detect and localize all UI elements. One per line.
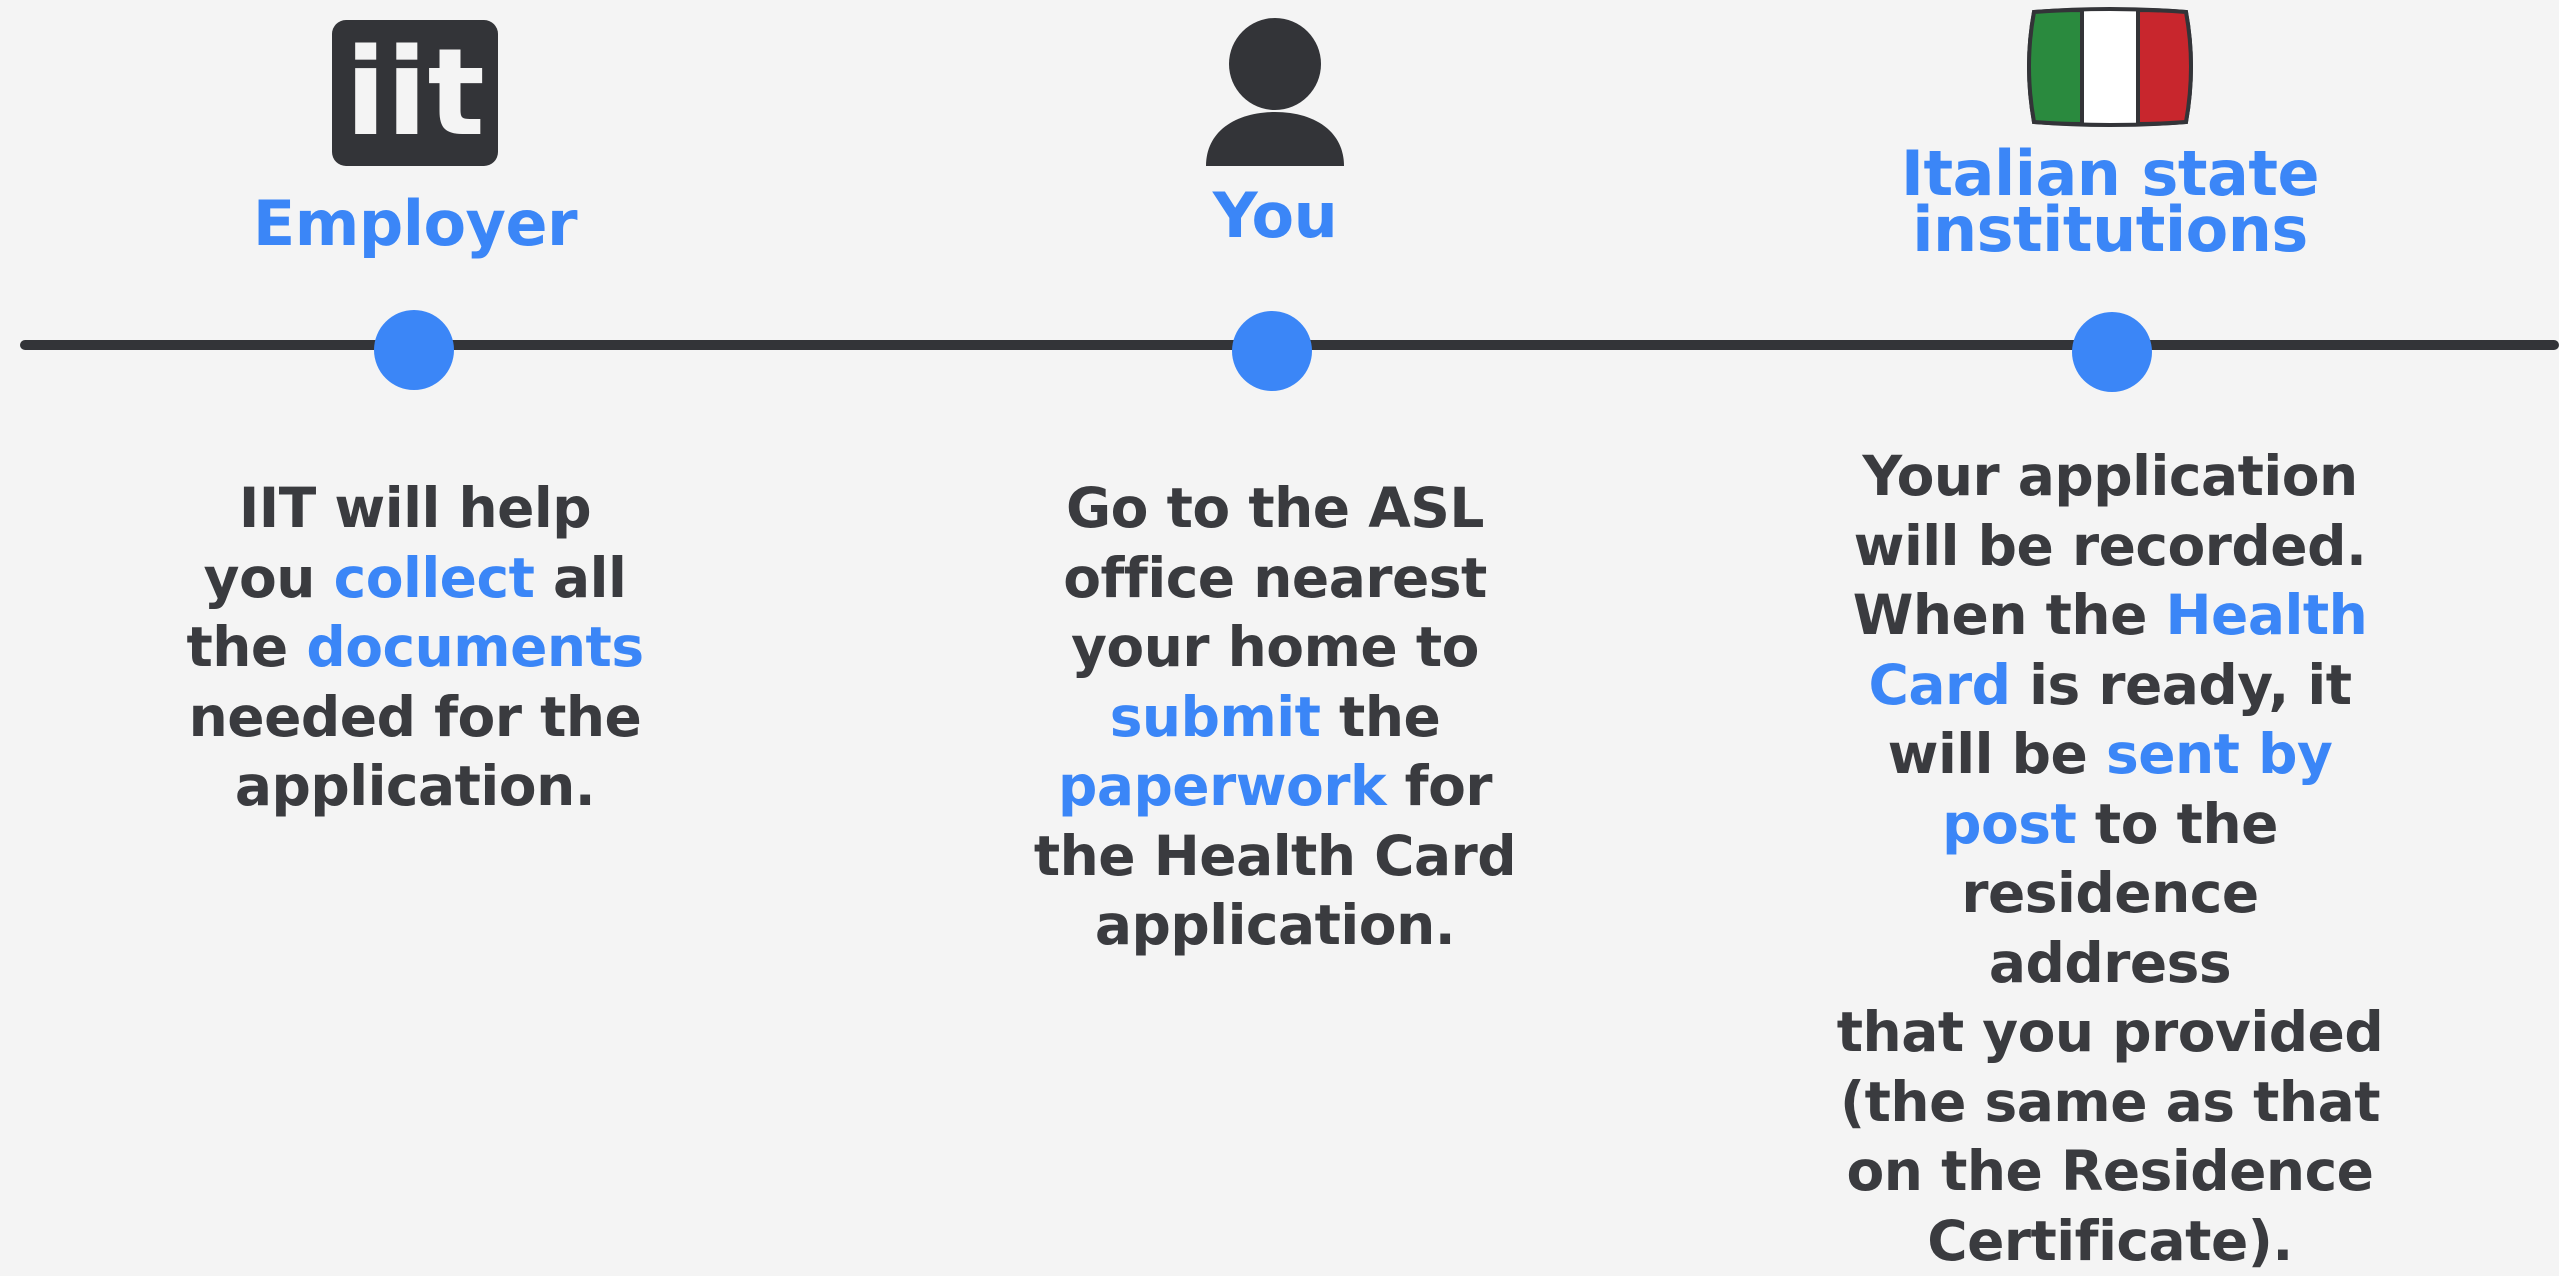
highlighted-text: Health (2165, 583, 2368, 647)
timeline-dot-you (1232, 311, 1312, 391)
description-text: office nearest (1063, 545, 1487, 610)
step-title-employer: Employer (252, 187, 578, 260)
timeline-dot-italian-state-institutions (2072, 312, 2152, 392)
iit-logo-text: iit (345, 24, 485, 163)
description-text: Your application (1862, 444, 2358, 508)
description-text: that you provided (1836, 1000, 2384, 1064)
description-text: all (534, 545, 627, 610)
description-text: application. (234, 754, 596, 818)
description-text: (the same as that (1840, 1069, 2381, 1134)
highlighted-text: submit (1109, 684, 1321, 749)
highlighted-text: documents (306, 615, 644, 679)
iit-logo-icon: iit (332, 20, 498, 166)
description-text: the (1320, 684, 1441, 749)
description-text: is ready, it (2010, 652, 2352, 717)
description-text: needed for the (188, 684, 642, 749)
description-text: Go to the ASL (1066, 476, 1484, 540)
description-text: you (203, 545, 334, 610)
description-text: residence address (1961, 861, 2259, 995)
highlighted-text: Card (1868, 652, 2011, 717)
description-text: your home to (1071, 615, 1479, 679)
description-text: will be (1887, 722, 2106, 786)
description-text: the Health Card (1033, 823, 1517, 888)
step-description-italian-state-institutions: Your application will be recorded. When th… (1835, 442, 2385, 1276)
description-text: will be recorded. (1853, 513, 2367, 578)
description-text: application. (1094, 893, 1456, 957)
person-icon (1206, 16, 1344, 166)
highlighted-text: collect (333, 545, 535, 610)
highlighted-text: paperwork (1057, 754, 1387, 818)
description-text: the (186, 615, 307, 679)
step-title-you: You (1212, 179, 1338, 252)
description-text: for (1386, 754, 1493, 818)
description-text: on the Residence (1846, 1139, 2374, 1203)
highlighted-text: sent by (2105, 722, 2333, 786)
timeline-dot-employer (374, 310, 454, 390)
description-text: IIT will help (238, 476, 592, 540)
step-description-you: Go to the ASL office nearest your home to s… (1000, 474, 1550, 961)
italian-flag-icon (2020, 6, 2200, 128)
description-text: Certificate). (1927, 1208, 2293, 1273)
step-description-employer: IIT will help you collect all the document… (140, 474, 690, 822)
description-text: When the (1852, 583, 2166, 647)
description-text: to the (2076, 791, 2278, 856)
step-title-italian-state-institutions: Italian state institutions (1900, 137, 2320, 266)
highlighted-text: post (1942, 791, 2077, 856)
